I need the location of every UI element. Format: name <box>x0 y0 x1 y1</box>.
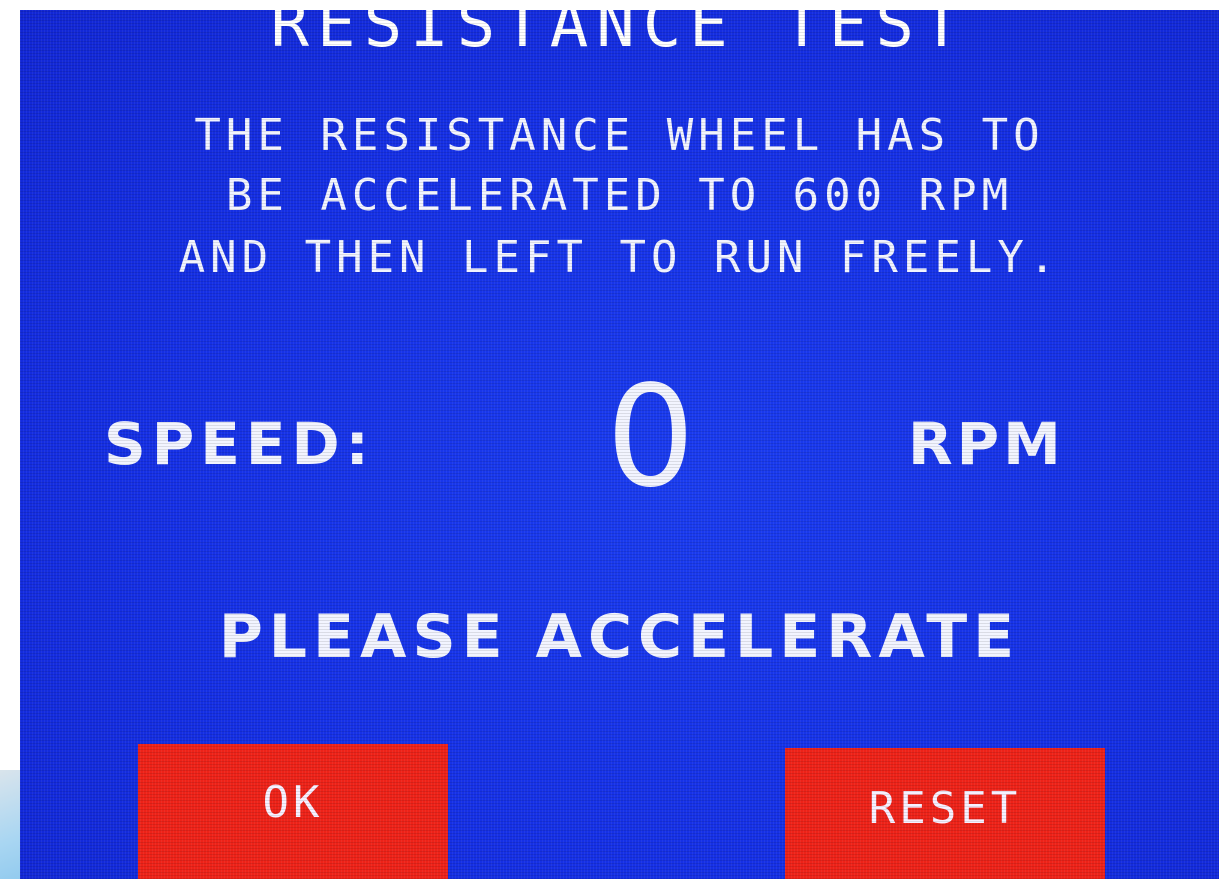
instruction-line-2: BE ACCELERATED TO 600 RPM <box>225 170 1014 221</box>
speed-label: SPEED: <box>104 410 375 478</box>
reset-button[interactable]: RESET <box>785 748 1105 879</box>
device-photo: RESISTANCE TEST THE RESISTANCE WHEEL HAS… <box>0 0 1219 879</box>
status-message: PLEASE ACCELERATE <box>218 602 1021 672</box>
speed-unit: RPM <box>908 410 1065 478</box>
lcd-screen: RESISTANCE TEST THE RESISTANCE WHEEL HAS… <box>20 10 1219 879</box>
ok-button[interactable]: OK <box>138 744 448 879</box>
instruction-line-3: AND THEN LEFT TO RUN FREELY. <box>178 232 1061 283</box>
page-title: RESISTANCE TEST <box>270 10 969 62</box>
speed-readout: 0 <box>606 356 696 519</box>
instruction-line-1: THE RESISTANCE WHEEL HAS TO <box>194 110 1045 161</box>
